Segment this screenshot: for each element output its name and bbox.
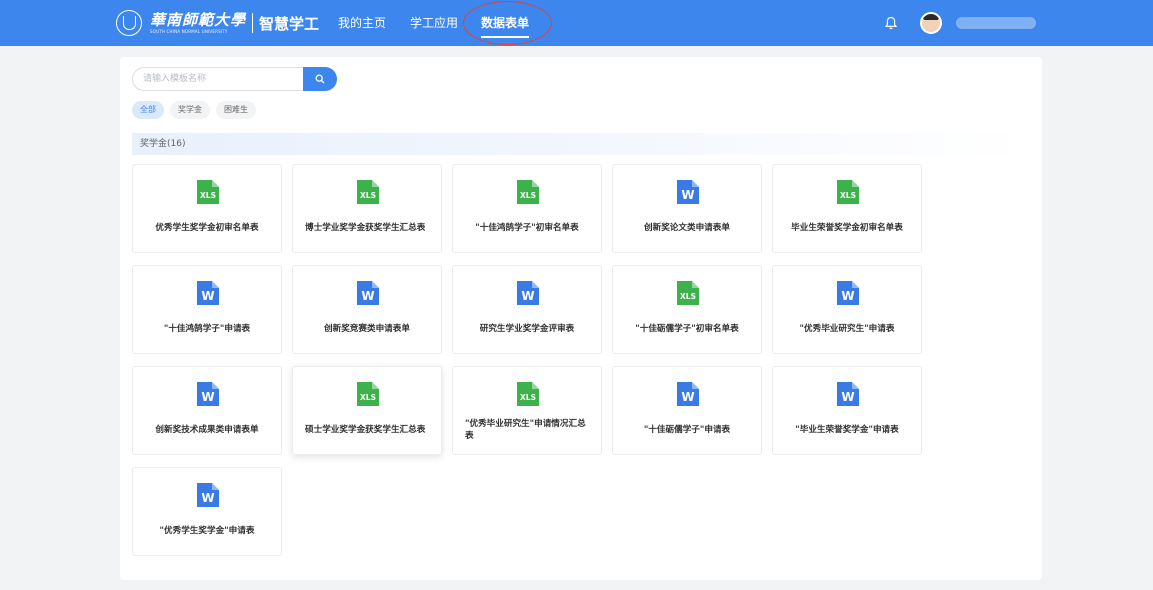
svg-text:W: W [841,390,854,404]
filter-scholarship[interactable]: 奖学金 [170,101,210,119]
svg-text:W: W [201,491,214,505]
xls-file-icon: XLS [517,180,539,204]
nav-home[interactable]: 我的主页 [338,0,386,46]
svg-text:W: W [681,188,694,202]
svg-text:W: W [841,289,854,303]
template-title: 创新奖竞赛类申请表单 [324,324,410,334]
template-grid: XLS 优秀学生奖学金初审名单表 XLS 博士学业奖学金获奖学生汇总表 XLS "十佳鸿鹄… [132,164,932,564]
search-input[interactable] [132,67,303,91]
template-card[interactable]: W "毕业生荣誉奖学金"申请表 [772,366,922,455]
template-card[interactable]: XLS 博士学业奖学金获奖学生汇总表 [292,164,442,253]
template-card[interactable]: XLS "十佳砺儒学子"初审名单表 [612,265,762,354]
template-title: "十佳鸿鹄学子"申请表 [163,324,251,334]
word-file-icon: W [357,281,379,305]
svg-text:XLS: XLS [360,393,376,402]
svg-text:W: W [201,390,214,404]
search-icon [315,74,325,84]
template-title: "优秀学生奖学金"申请表 [159,526,255,536]
template-title: 研究生学业奖学金评审表 [479,324,575,334]
template-card[interactable]: XLS 毕业生荣誉奖学金初审名单表 [772,164,922,253]
template-card[interactable]: W 创新奖论文类申请表单 [612,164,762,253]
template-card[interactable]: W "优秀学生奖学金"申请表 [132,467,282,556]
svg-text:XLS: XLS [680,292,696,301]
svg-text:W: W [361,289,374,303]
template-card[interactable]: W "十佳砺儒学子"申请表 [612,366,762,455]
logo-divider [252,13,254,33]
xls-file-icon: XLS [837,180,859,204]
search-box [132,67,337,91]
xls-file-icon: XLS [517,382,539,406]
word-file-icon: W [197,382,219,406]
svg-text:XLS: XLS [840,191,856,200]
template-title: 优秀学生奖学金初审名单表 [155,223,259,233]
filter-all[interactable]: 全部 [132,101,164,119]
template-title: 硕士学业奖学金获奖学生汇总表 [305,425,426,435]
bell-icon[interactable] [885,16,897,30]
template-card[interactable]: W "优秀毕业研究生"申请表 [772,265,922,354]
template-card[interactable]: W "十佳鸿鹄学子"申请表 [132,265,282,354]
template-title: "十佳鸿鹄学子"初审名单表 [475,223,579,233]
template-card[interactable]: XLS "优秀毕业研究生"申请情况汇总表 [452,366,602,455]
xls-file-icon: XLS [677,281,699,305]
template-card[interactable]: XLS 硕士学业奖学金获奖学生汇总表 [292,366,442,455]
word-file-icon: W [837,281,859,305]
template-card[interactable]: W 研究生学业奖学金评审表 [452,265,602,354]
university-name: 華南師範大學 [150,11,247,29]
university-seal-icon [116,10,142,36]
word-file-icon: W [197,483,219,507]
brand-name: 智慧学工 [259,14,320,33]
filter-needy-students[interactable]: 困难生 [216,101,256,119]
template-card[interactable]: XLS 优秀学生奖学金初审名单表 [132,164,282,253]
user-name-redacted[interactable] [956,17,1036,29]
template-title: 创新奖论文类申请表单 [644,223,730,233]
template-title: 创新奖技术成果类申请表单 [155,425,259,435]
template-title: "优秀毕业研究生"申请表 [799,324,895,334]
template-title: "毕业生荣誉奖学金"申请表 [795,425,899,435]
svg-text:XLS: XLS [200,191,216,200]
svg-text:XLS: XLS [360,191,376,200]
svg-text:W: W [521,289,534,303]
university-name-en: SOUTH CHINA NORMAL UNIVERSITY [150,29,228,34]
svg-text:XLS: XLS [520,393,536,402]
svg-text:W: W [201,289,214,303]
template-card[interactable]: XLS "十佳鸿鹄学子"初审名单表 [452,164,602,253]
nav-apps[interactable]: 学工应用 [410,0,458,46]
template-title: "十佳砺儒学子"申请表 [643,425,731,435]
avatar[interactable] [920,12,942,34]
template-title: "十佳砺儒学子"初审名单表 [635,324,739,334]
filter-chips: 全部 奖学金 困难生 [132,101,256,119]
word-file-icon: W [837,382,859,406]
template-title: "优秀毕业研究生"申请情况汇总表 [465,419,586,441]
university-logo[interactable]: 華南師範大學 SOUTH CHINA NORMAL UNIVERSITY 智慧学… [116,8,319,38]
search-button[interactable] [303,67,337,91]
top-bar: 華南師範大學 SOUTH CHINA NORMAL UNIVERSITY 智慧学… [0,0,1153,46]
template-card[interactable]: W 创新奖技术成果类申请表单 [132,366,282,455]
word-file-icon: W [197,281,219,305]
svg-text:W: W [681,390,694,404]
template-card[interactable]: W 创新奖竞赛类申请表单 [292,265,442,354]
annotation-circle [463,1,552,45]
template-title: 博士学业奖学金获奖学生汇总表 [305,223,426,233]
xls-file-icon: XLS [357,180,379,204]
svg-text:XLS: XLS [520,191,536,200]
section-header: 奖学金(16) [132,133,1030,155]
xls-file-icon: XLS [197,180,219,204]
main-panel: 全部 奖学金 困难生 奖学金(16) XLS 优秀学生奖学金初审名单表 XLS 博士学… [120,57,1042,580]
template-title: 毕业生荣誉奖学金初审名单表 [791,223,903,233]
word-file-icon: W [677,382,699,406]
word-file-icon: W [517,281,539,305]
xls-file-icon: XLS [357,382,379,406]
word-file-icon: W [677,180,699,204]
